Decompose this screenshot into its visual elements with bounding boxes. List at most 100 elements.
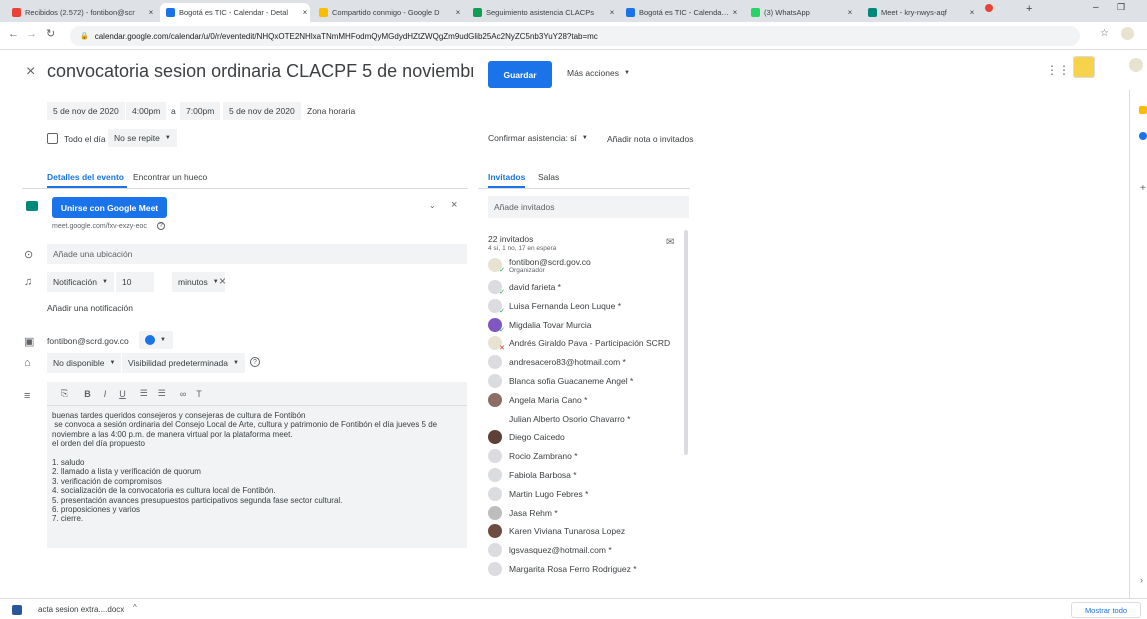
end-time[interactable]: 7:00pm — [180, 102, 221, 120]
keep-icon[interactable] — [1139, 106, 1147, 114]
browser-tab[interactable]: (3) WhatsApp × — [745, 3, 855, 22]
tab-close-icon[interactable]: × — [967, 8, 977, 17]
chevron-down-icon[interactable]: ⌄ — [429, 201, 436, 210]
description-editor[interactable]: ⎘ B I U ☰ ☰ ∞ T buenas tardes queridos c… — [47, 382, 467, 548]
italic-icon[interactable]: I — [104, 389, 107, 399]
guest-row[interactable]: ✕ Andrés Giraldo Pava - Participación SCR… — [488, 334, 670, 352]
calendar-color-select[interactable]: ▼ — [139, 331, 173, 349]
notification-type-select[interactable]: Notificación ▼ — [47, 272, 114, 292]
guest-row[interactable]: ✓ fontibon@scrd.gov.co Organizador — [488, 256, 591, 274]
tab-find-time[interactable]: Encontrar un hueco — [133, 172, 207, 182]
guest-row[interactable]: Julian Alberto Osorio Chavarro * — [488, 410, 630, 428]
browser-tab[interactable]: Meet - kry-nwys-aqf × — [862, 3, 977, 22]
notification-value-input[interactable]: 10 — [116, 272, 154, 292]
visibility-select[interactable]: Visibilidad predeterminada ▼ — [122, 353, 245, 373]
account-avatar[interactable] — [1129, 58, 1143, 72]
org-logo[interactable] — [1073, 56, 1095, 78]
back-arrow-icon[interactable]: ← — [8, 28, 19, 40]
all-day-checkbox[interactable] — [47, 133, 58, 144]
underline-icon[interactable]: U — [119, 389, 126, 399]
bulleted-list-icon[interactable]: ☰ — [158, 388, 166, 399]
profile-avatar[interactable] — [1121, 27, 1134, 40]
bell-icon: ♫ — [24, 276, 33, 288]
help-icon[interactable]: ? — [250, 357, 260, 367]
browser-tab[interactable]: Recibidos (2.572) - fontibon@scr × — [6, 3, 156, 22]
tab-guests[interactable]: Invitados — [488, 172, 525, 182]
repeat-select[interactable]: No se repite ▼ — [108, 129, 177, 147]
tasks-icon[interactable] — [1139, 132, 1147, 140]
attachment-icon[interactable]: ⎘ — [61, 388, 68, 399]
scrollbar[interactable] — [684, 230, 688, 455]
tab-event-details[interactable]: Detalles del evento — [47, 172, 124, 182]
remove-meet-icon[interactable]: × — [451, 199, 457, 211]
tab-close-icon[interactable]: × — [730, 8, 740, 17]
tab-rooms[interactable]: Salas — [538, 172, 559, 182]
browser-tab[interactable]: Bogotá es TIC - Calendar - Detal× — [620, 3, 740, 22]
link-icon[interactable]: ∞ — [180, 389, 186, 399]
close-icon[interactable]: × — [26, 63, 35, 81]
restore-button[interactable]: ❐ — [1117, 2, 1125, 13]
more-actions-button[interactable]: Más acciones ▼ — [567, 68, 630, 78]
guest-name-wrap: Luisa Fernanda Leon Luque * — [509, 301, 621, 311]
tab-close-icon[interactable]: × — [845, 8, 855, 17]
browser-tab[interactable]: Compartido conmigo - Google D × — [313, 3, 463, 22]
email-guests-icon[interactable]: ✉ — [666, 237, 674, 248]
tab-close-icon[interactable]: × — [453, 8, 463, 17]
show-all-button[interactable]: Mostrar todo — [1071, 602, 1141, 618]
address-bar[interactable]: 🔒 calendar.google.com/calendar/u/0/r/eve… — [70, 26, 1080, 46]
event-title-input[interactable]: convocatoria sesion ordinaria CLACPF 5 d… — [47, 61, 473, 82]
browser-tab[interactable]: Seguimiento asistencia CLACPs × — [467, 3, 617, 22]
start-time[interactable]: 4:00pm — [126, 102, 167, 120]
bold-icon[interactable]: B — [84, 389, 91, 399]
guest-row[interactable]: Martin Lugo Febres * — [488, 485, 588, 503]
meet-link[interactable]: meet.google.com/fxv-exzy-eoc — [52, 223, 147, 230]
guest-row[interactable]: lgsvasquez@hotmail.com * — [488, 541, 612, 559]
description-text[interactable]: buenas tardes queridos consejeros y cons… — [52, 411, 437, 524]
guest-row[interactable]: Margarita Rosa Ferro Rodriguez * — [488, 560, 637, 578]
guest-row[interactable]: Rocio Zambrano * — [488, 447, 578, 465]
minimize-button[interactable]: – — [1093, 2, 1099, 13]
add-guests-input[interactable]: Añade invitados — [488, 196, 689, 218]
add-note-link[interactable]: Añadir nota o invitados — [607, 134, 693, 144]
guest-name-wrap: Rocio Zambrano * — [509, 451, 578, 461]
bookmark-star-icon[interactable]: ☆ — [1100, 28, 1109, 39]
add-notification-link[interactable]: Añadir una notificación — [47, 303, 133, 313]
rsvp-select[interactable]: Confirmar asistencia: sí ▼ — [488, 133, 588, 143]
guest-row[interactable]: Diego Caicedo — [488, 428, 565, 446]
apps-grid-icon[interactable]: ⋮⋮ — [1046, 63, 1070, 77]
start-date[interactable]: 5 de nov de 2020 — [47, 102, 125, 120]
guest-row[interactable]: Fabiola Barbosa * — [488, 466, 577, 484]
tab-close-icon[interactable]: × — [146, 8, 156, 17]
chevron-right-icon[interactable]: › — [1140, 575, 1143, 585]
notification-unit-select[interactable]: minutos ▼ — [172, 272, 225, 292]
guest-row[interactable]: ✓ Luisa Fernanda Leon Luque * — [488, 297, 621, 315]
numbered-list-icon[interactable]: ☰ — [140, 388, 148, 399]
tab-label: Compartido conmigo - Google D — [332, 8, 440, 17]
guest-row[interactable]: ✓ david farieta * — [488, 278, 561, 296]
guest-row[interactable]: Blanca sofia Guacaneme Angel * — [488, 372, 633, 390]
guest-row[interactable]: andresacero83@hotmail.com * — [488, 353, 626, 371]
browser-tab[interactable]: Bogotá es TIC - Calendar - Detal× — [160, 3, 310, 22]
tab-close-icon[interactable]: × — [300, 8, 310, 17]
download-file[interactable]: acta sesion extra....docx — [38, 605, 124, 614]
forward-arrow-icon[interactable]: → — [26, 28, 37, 40]
guest-row[interactable]: Karen Viviana Tunarosa Lopez — [488, 522, 625, 540]
new-tab-button[interactable]: + — [1026, 3, 1032, 15]
availability-select[interactable]: No disponible ▼ — [47, 353, 122, 373]
location-input[interactable]: Añade una ubicación — [47, 244, 467, 264]
add-addon-icon[interactable]: + — [1140, 183, 1146, 194]
save-button[interactable]: Guardar — [488, 61, 552, 88]
tab-close-icon[interactable]: × — [607, 8, 617, 17]
guest-row[interactable]: Angela Maria Cano * — [488, 391, 587, 409]
remove-notification-icon[interactable]: × — [219, 274, 226, 288]
join-meet-button[interactable]: Unirse con Google Meet — [52, 197, 167, 218]
timezone-link[interactable]: Zona horaria — [307, 106, 355, 116]
guest-row[interactable]: ✓ Migdalia Tovar Murcia — [488, 316, 592, 334]
end-date[interactable]: 5 de nov de 2020 — [223, 102, 301, 120]
clear-format-icon[interactable]: T — [196, 389, 202, 399]
accepted-check-icon: ✓ — [499, 307, 505, 315]
help-icon[interactable]: ? — [157, 222, 165, 230]
reload-icon[interactable]: ↻ — [46, 27, 55, 40]
guest-row[interactable]: Jasa Rehm * — [488, 504, 558, 522]
chevron-up-icon[interactable]: ^ — [133, 603, 137, 612]
